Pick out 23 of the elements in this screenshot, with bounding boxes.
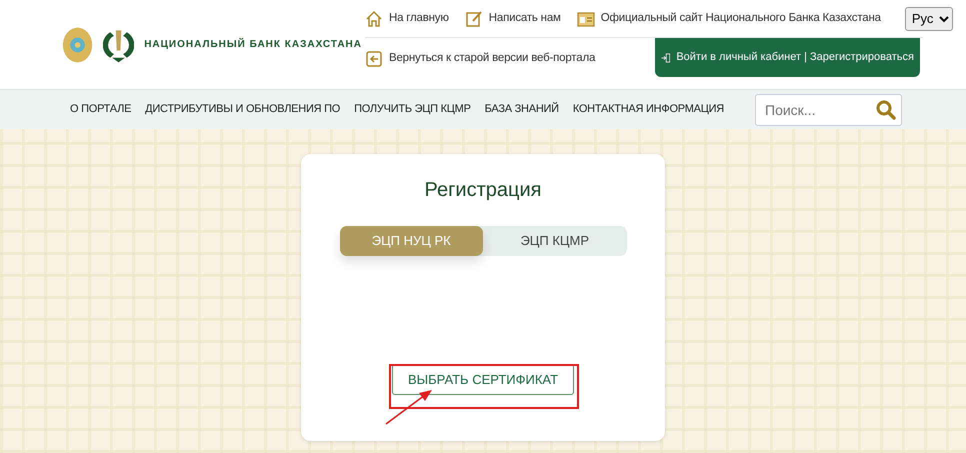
home-icon: [365, 10, 383, 28]
search-icon[interactable]: [876, 100, 896, 120]
header-link[interactable]: Официальный сайт Национального Банка Казахстана: [576, 10, 881, 28]
search-field[interactable]: Поиск...: [755, 94, 902, 126]
emblem-icon: [62, 24, 94, 64]
pointer-arrow: [385, 389, 433, 425]
registration-title: Регистрация: [424, 178, 542, 202]
nav-link[interactable]: ПОЛУЧИТЬ ЭЦП КЦМР: [354, 101, 471, 118]
login-register-button[interactable]: Войти в личный кабинет | Зарегистрироваться: [655, 38, 920, 77]
nav-link[interactable]: БАЗА ЗНАНИЙ: [484, 101, 559, 118]
select-certificate-button[interactable]: ВЫБРАТЬ СЕРТИФИКАТ: [392, 364, 574, 395]
pencil-note-icon: [464, 10, 483, 28]
nav-link[interactable]: ДИСТРИБУТИВЫ И ОБНОВЛЕНИЯ ПО: [145, 101, 340, 118]
bank-name: НАЦИОНАЛЬНЫЙ БАНК КАЗАХСТАНА: [144, 37, 362, 52]
old-version-link[interactable]: Вернуться к старой версии веб-портала: [365, 50, 596, 68]
nav-link[interactable]: КОНТАКТНАЯ ИНФОРМАЦИЯ: [572, 101, 724, 118]
newspaper-icon: [576, 10, 595, 28]
header-link[interactable]: На главную: [365, 10, 449, 28]
back-icon: [365, 50, 383, 68]
certificate-tab[interactable]: ЭЦП КЦМР: [483, 226, 626, 256]
language-select[interactable]: Рус: [904, 6, 953, 30]
header-link[interactable]: Написать нам: [464, 10, 561, 28]
nav-link[interactable]: О ПОРТАЛЕ: [70, 101, 132, 118]
